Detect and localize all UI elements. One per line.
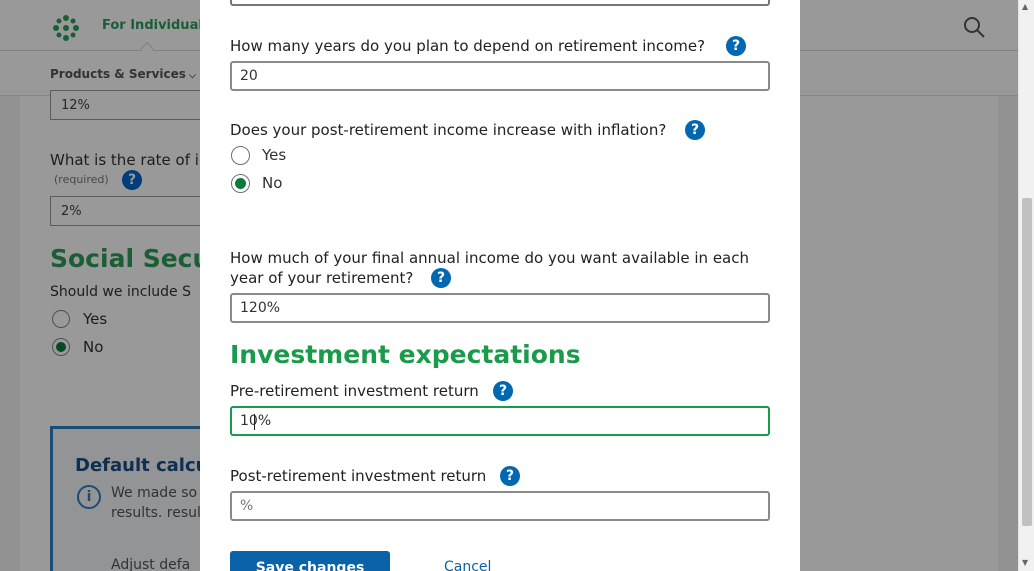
- post-return-input[interactable]: [230, 491, 770, 521]
- previous-input-field[interactable]: [230, 0, 770, 6]
- pre-return-input[interactable]: [230, 406, 770, 436]
- save-changes-button[interactable]: Save changes: [230, 551, 390, 571]
- edit-assumptions-modal: How many years do you plan to depend on …: [200, 0, 800, 571]
- income-question-label-2: year of your retirement?: [230, 269, 414, 287]
- inflation-radio-no[interactable]: [231, 174, 250, 193]
- text-cursor: [254, 414, 255, 430]
- years-question-label: How many years do you plan to depend on …: [230, 37, 706, 55]
- inflation-no-label: No: [262, 174, 283, 192]
- scroll-down-arrow-icon[interactable]: ▼: [1022, 558, 1028, 567]
- income-question-label: How much of your final annual income do …: [230, 249, 749, 267]
- pre-return-label: Pre-retirement investment return: [230, 382, 479, 400]
- scroll-thumb[interactable]: [1022, 198, 1032, 526]
- inflation-radio-yes[interactable]: [231, 146, 250, 165]
- income-percent-input[interactable]: [230, 293, 770, 323]
- investment-expectations-heading: Investment expectations: [230, 340, 581, 369]
- page-scrollbar[interactable]: ▲ ▼: [1018, 0, 1034, 571]
- help-icon[interactable]: ?: [726, 36, 746, 56]
- years-input[interactable]: [230, 61, 770, 91]
- cancel-link[interactable]: Cancel: [444, 559, 491, 571]
- post-return-label: Post-retirement investment return: [230, 467, 487, 485]
- help-icon[interactable]: ?: [431, 268, 451, 288]
- scroll-up-arrow-icon[interactable]: ▲: [1022, 2, 1028, 11]
- help-icon[interactable]: ?: [500, 466, 520, 486]
- inflation-question-label: Does your post-retirement income increas…: [230, 121, 667, 139]
- help-icon[interactable]: ?: [493, 381, 513, 401]
- inflation-yes-label: Yes: [262, 146, 287, 164]
- help-icon[interactable]: ?: [685, 120, 705, 140]
